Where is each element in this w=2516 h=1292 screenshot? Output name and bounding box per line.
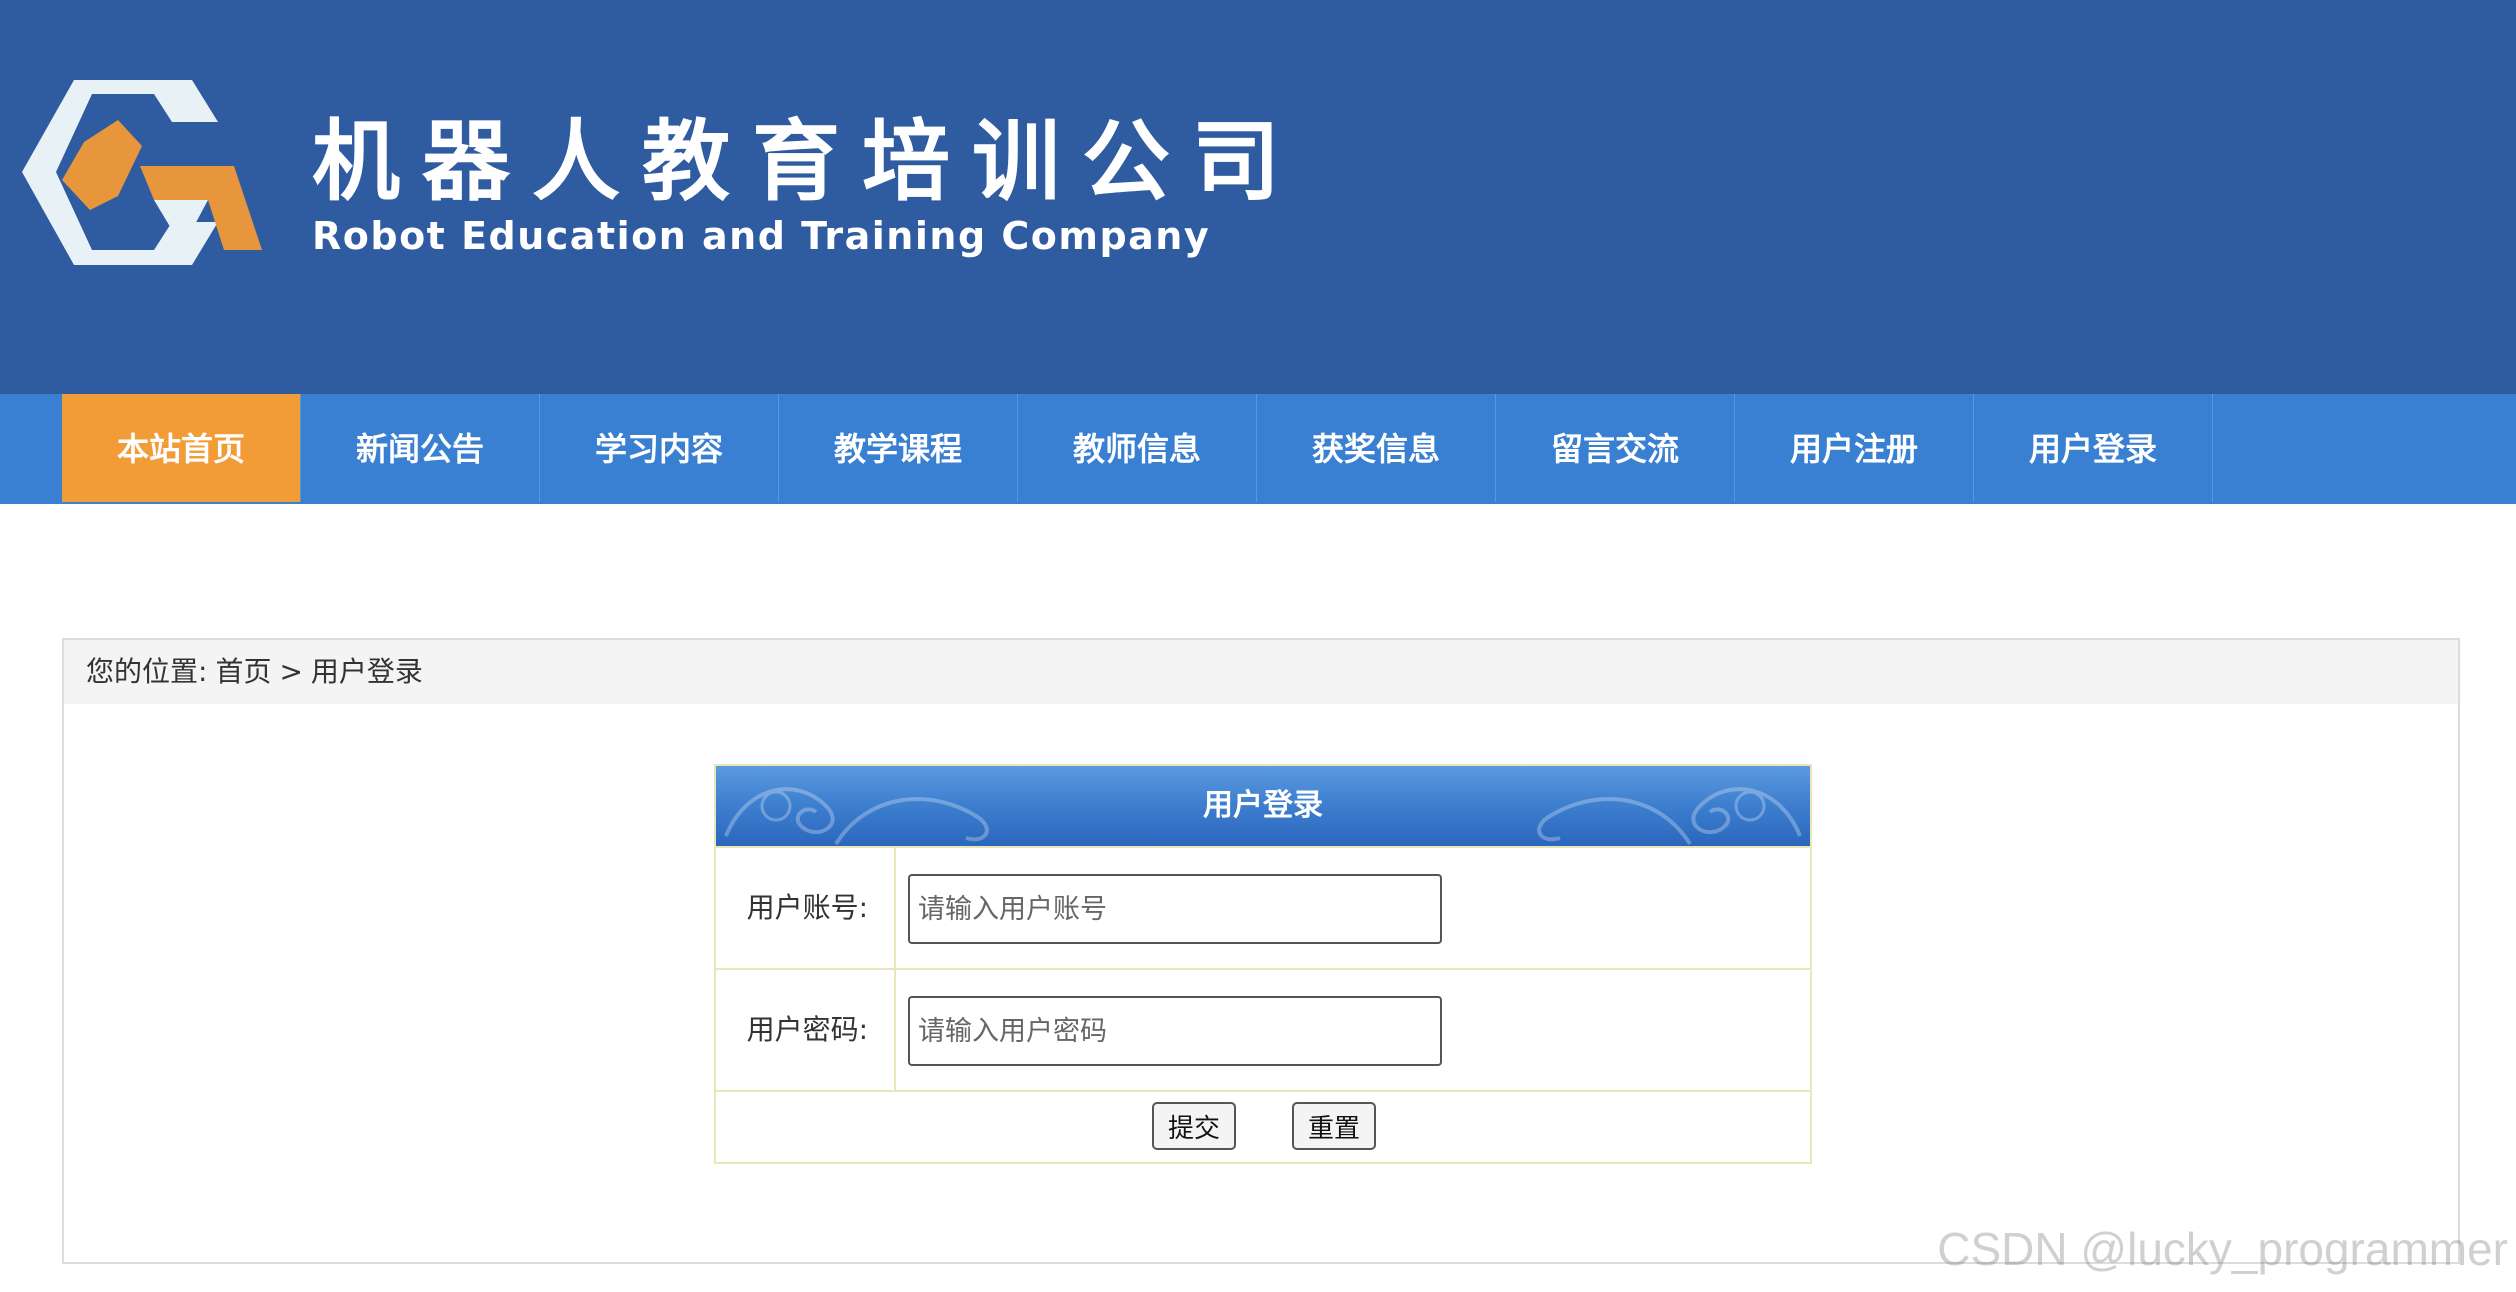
ornament-pattern — [1537, 787, 1802, 846]
site-title-cn: 机器人教育培训公司 — [312, 110, 1303, 213]
login-form-header: 用户登录 — [716, 766, 1810, 846]
submit-button[interactable]: 提交 — [1152, 1102, 1236, 1150]
password-row: 用户密码: — [716, 968, 1810, 1090]
nav-item-teachers[interactable]: 教师信息 — [1018, 394, 1257, 504]
login-form: 用户登录 用户账号: 用户密码: 提交 重置 — [714, 764, 1812, 1164]
account-label: 用户账号: — [716, 848, 896, 968]
nav-item-home[interactable]: 本站首页 — [62, 394, 301, 504]
account-row: 用户账号: — [716, 846, 1810, 968]
site-title-en: Robot Education and Training Company — [312, 214, 1211, 258]
nav-item-learning-content[interactable]: 学习内容 — [540, 394, 779, 504]
login-form-title: 用户登录 — [1203, 788, 1323, 823]
password-input[interactable] — [908, 996, 1442, 1066]
breadcrumb-current: 用户登录 — [310, 655, 423, 688]
form-actions: 提交 重置 — [716, 1090, 1810, 1162]
breadcrumb-separator: > — [279, 655, 303, 688]
account-input[interactable] — [908, 874, 1442, 944]
password-label: 用户密码: — [716, 970, 896, 1090]
nav-items: 本站首页 新闻公告 学习内容 教学课程 教师信息 获奖信息 留言交流 用户注册 … — [62, 394, 2213, 504]
breadcrumb-prefix: 您的位置: — [86, 655, 208, 688]
nav-item-awards[interactable]: 获奖信息 — [1257, 394, 1496, 504]
csdn-watermark: CSDN @lucky_programmer — [1937, 1223, 2508, 1275]
nav-underline — [0, 502, 2516, 504]
site-header: 机器人教育培训公司 Robot Education and Training C… — [0, 0, 2516, 394]
breadcrumb-home-link[interactable]: 首页 — [215, 655, 271, 688]
nav-item-courses[interactable]: 教学课程 — [779, 394, 1018, 504]
main-nav: 本站首页 新闻公告 学习内容 教学课程 教师信息 获奖信息 留言交流 用户注册 … — [0, 394, 2516, 504]
reset-button[interactable]: 重置 — [1292, 1102, 1376, 1150]
nav-item-messages[interactable]: 留言交流 — [1496, 394, 1735, 504]
nav-item-login[interactable]: 用户登录 — [1974, 394, 2213, 504]
nav-item-news[interactable]: 新闻公告 — [301, 394, 540, 504]
company-logo — [22, 80, 262, 265]
ornament-pattern — [724, 787, 989, 846]
content-panel: 您的位置:首页>用户登录 用户登录 用户账号: 用户密码: 提交 — [62, 638, 2460, 1264]
breadcrumb: 您的位置: 首页 > 用户登录 — [64, 640, 2458, 704]
nav-item-register[interactable]: 用户注册 — [1735, 394, 1974, 504]
